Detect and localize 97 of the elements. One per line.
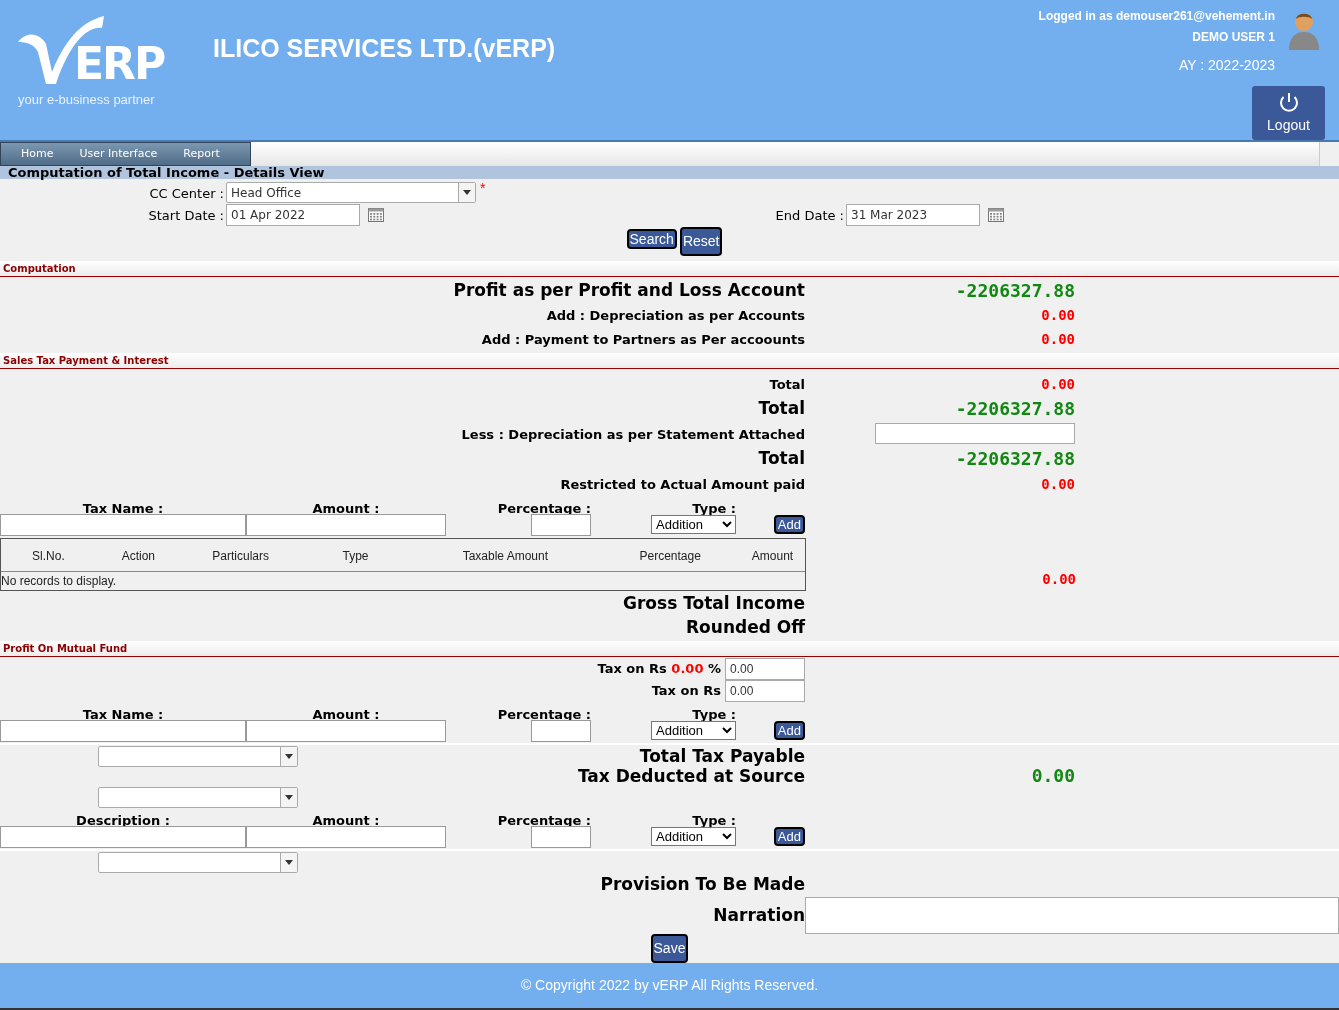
tax-amount-input[interactable]: 0.00 [725,679,805,702]
reset-button[interactable]: Reset [679,227,723,257]
computation-label: Restricted to Actual Amount paid [560,476,805,492]
dropdown-field[interactable] [98,745,298,767]
field-label: Tax Name : [82,500,164,517]
percentage-input[interactable] [531,513,591,536]
computation-label: Less : Depreciation as per Statement Attached [461,426,805,442]
column-header: Type [342,548,369,563]
navigation-bar-end-cap [1319,142,1339,166]
percentage-input[interactable] [531,825,591,848]
name-input[interactable] [0,513,246,536]
field-label: End Date : [775,208,844,224]
save-button[interactable]: Save [650,933,689,963]
summary-value: 0.00 [1031,765,1075,786]
computation-label: Add : Depreciation as per Accounts [546,307,805,323]
type-select[interactable]: Addition [651,827,736,847]
provision-label: Provision To Be Made [600,873,805,894]
logout-button[interactable]: Logout [1252,86,1325,140]
start-date-input[interactable]: 01 Apr 2022 [226,204,360,227]
narration-label: Narration [713,904,805,925]
menu-item[interactable]: User Interface [79,145,158,163]
column-header: Sl.No. [32,548,65,563]
search-button[interactable]: Search [626,229,677,250]
end-date-input[interactable]: 31 Mar 2023 [846,204,980,227]
column-header: Percentage [639,548,701,563]
computation-label: Profit as per Profit and Loss Account [453,279,805,300]
field-label: Tax Name : [82,706,164,723]
field-label: Type : [692,812,736,829]
table-total-value: 0.00 [1042,570,1076,587]
add-button[interactable]: Add [773,515,805,535]
column-header: Particulars [212,548,270,563]
type-select[interactable]: Addition [651,721,736,741]
name-input[interactable] [0,719,246,742]
logo-text: ERP [74,42,165,86]
computation-label: Add : Payment to Partners as Per accoounts [481,331,805,347]
add-button[interactable]: Add [773,721,805,741]
menu-item[interactable]: Report [183,145,220,163]
logo-tagline: your e-business partner [18,91,156,109]
dropdown-value: Head Office [230,184,303,202]
field-label: Start Date : [148,208,224,224]
field-label: CC Center : [149,185,224,201]
percentage-input[interactable] [531,719,591,742]
computation-value: 0.00 [1041,375,1075,392]
computation-value: 0.00 [1041,306,1075,323]
page-title: Computation of Total Income - Details View [8,166,325,180]
field-label: Percentage : [497,812,591,829]
column-header: Amount [751,548,794,563]
dropdown-field[interactable] [98,851,298,873]
menu-item[interactable]: Home [21,145,54,163]
field-label: Amount : [312,500,380,517]
summary-label: Total Tax Payable [639,745,805,766]
section-heading: Profit On Mutual Fund [3,641,128,656]
tax-rate-label: Tax on Rs 0.00 % [597,660,721,679]
section-heading: Computation [3,261,76,276]
amount-input[interactable] [875,423,1075,445]
empty-table-message: No records to display. [1,572,117,590]
tax-rate-input[interactable]: 0.00 [725,657,805,680]
company-title: ILICO SERVICES LTD.(vERP) [213,34,556,62]
login-info: Logged in as demouser261@vehement.in [1038,10,1275,22]
calendar-icon[interactable] [368,208,384,223]
amount-input[interactable] [246,513,446,536]
computation-value: -2206327.88 [955,449,1075,469]
field-label: Percentage : [497,500,591,517]
computation-label: Total [758,397,805,418]
computation-value: -2206327.88 [955,399,1075,419]
copyright-text: © Copyright 2022 by vERP All Rights Reserved. [520,975,819,995]
field-label: Percentage : [497,706,591,723]
dropdown-field[interactable] [98,786,298,808]
computation-label: Rounded Off [686,616,805,637]
amount-input[interactable] [246,719,446,742]
computation-label: Gross Total Income [623,592,805,613]
assessment-year: AY : 2022-2023 [1179,58,1275,72]
computation-value: 0.00 [1041,475,1075,492]
computation-label: Total [758,447,805,468]
field-label: Amount : [312,812,380,829]
computation-label: Total [769,376,805,392]
column-header: Taxable Amount [462,548,549,563]
tax-amount-label: Tax on Rs [651,682,721,701]
computation-value: 0.00 [1041,330,1075,347]
field-label: Type : [692,500,736,517]
field-label: Type : [692,706,736,723]
calendar-icon[interactable] [988,208,1004,223]
name-input[interactable] [0,825,246,848]
required-mark: * [480,182,486,195]
column-header: Action [121,548,155,563]
field-label: Description : [76,812,170,829]
user-name: DEMO USER 1 [1192,31,1275,43]
section-heading: Sales Tax Payment & Interest [3,353,169,368]
amount-input[interactable] [246,825,446,848]
dropdown-field[interactable]: Head Office [226,182,476,204]
summary-label: Tax Deducted at Source [577,765,805,786]
type-select[interactable]: Addition [651,515,736,535]
user-avatar-icon [1287,10,1321,50]
field-label: Amount : [312,706,380,723]
narration-input[interactable] [805,896,1339,934]
computation-value: -2206327.88 [955,281,1075,301]
add-button[interactable]: Add [773,827,805,847]
